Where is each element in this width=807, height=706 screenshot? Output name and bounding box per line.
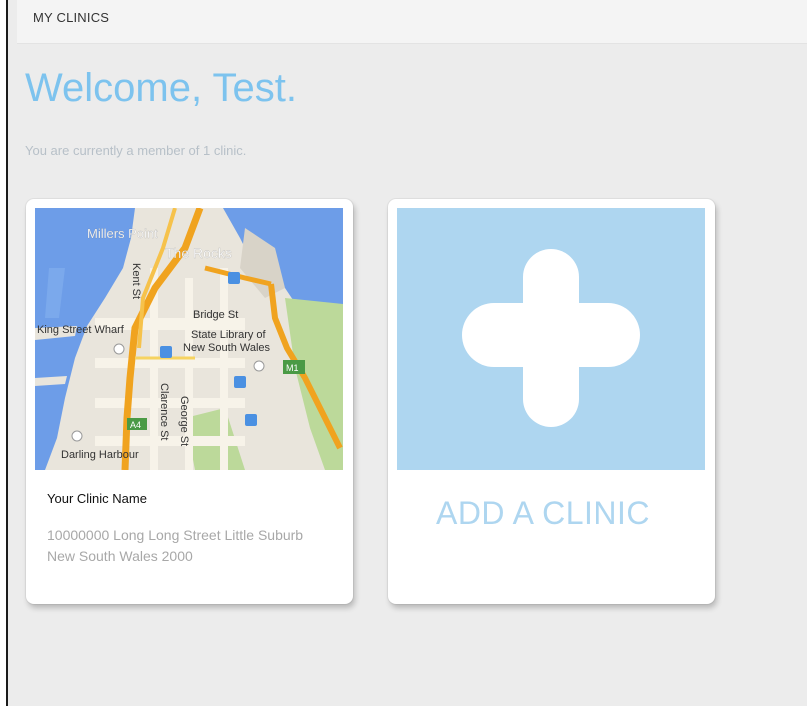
my-clinics-label[interactable]: MY CLINICS [33, 10, 109, 25]
clinic-name: Your Clinic Name [47, 491, 147, 506]
map-label: Kent St [130, 263, 142, 299]
clinic-map: Millers Point The Rocks Kent St Bridge S… [35, 208, 343, 470]
map-label: King Street Wharf [37, 324, 125, 336]
map-label: A4 [130, 420, 141, 430]
page-title: Welcome, Test. [25, 66, 297, 110]
add-clinic-label[interactable]: ADD A CLINIC [388, 495, 698, 532]
clinic-card[interactable]: Millers Point The Rocks Kent St Bridge S… [26, 199, 353, 604]
map-label: Bridge St [193, 309, 238, 321]
membership-text: You are currently a member of 1 clinic. [25, 143, 247, 158]
map-label: George St [178, 396, 190, 446]
map-label: Darling Harbour [61, 449, 139, 461]
map-label: The Rocks [165, 245, 232, 261]
clinic-address: 10000000 Long Long Street Little Suburb … [47, 527, 304, 564]
add-clinic-tile[interactable] [397, 208, 705, 470]
map-label: New South Wales [183, 342, 271, 354]
map-label: Millers Point [87, 226, 158, 241]
map-label: State Library of [191, 329, 267, 341]
map-label: M1 [286, 363, 299, 373]
header-bar: MY CLINICS [17, 0, 807, 44]
map-label: Clarence St [158, 383, 170, 440]
add-clinic-card[interactable]: ADD A CLINIC [388, 199, 715, 604]
plus-icon [462, 303, 640, 367]
